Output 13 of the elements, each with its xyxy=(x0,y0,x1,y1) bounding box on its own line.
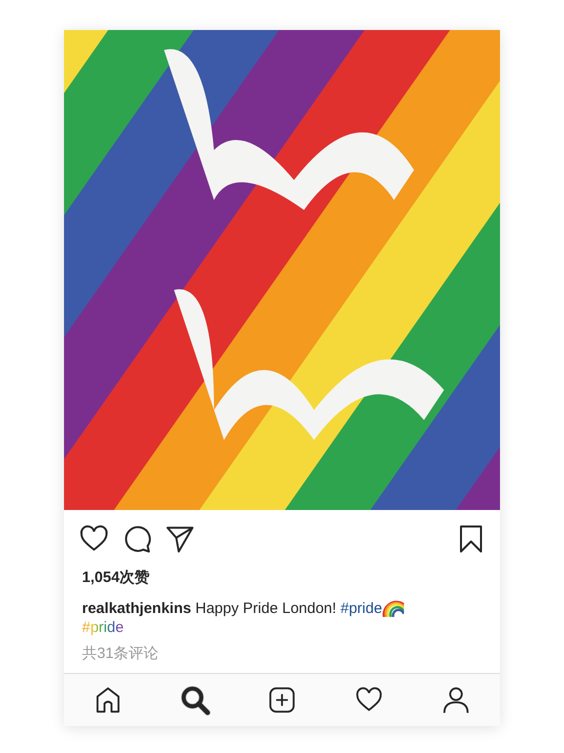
home-icon[interactable] xyxy=(94,686,122,714)
like-count: 1,054次赞 xyxy=(81,568,151,587)
person-icon[interactable] xyxy=(442,686,470,714)
add-icon[interactable] xyxy=(268,686,296,714)
search-icon[interactable] xyxy=(180,684,210,716)
share-button[interactable] xyxy=(165,524,195,554)
hashtag-link[interactable]: #pride xyxy=(340,600,382,616)
heart-icon[interactable] xyxy=(355,686,384,714)
comment-button[interactable] xyxy=(122,524,152,554)
hashtag-link[interactable]: #pride xyxy=(82,619,124,636)
comments-link[interactable]: 共31条评论 xyxy=(82,644,159,663)
rainbow-icon xyxy=(382,599,404,617)
caption: realkathjenkins Happy Pride London! #pride xyxy=(64,587,500,617)
